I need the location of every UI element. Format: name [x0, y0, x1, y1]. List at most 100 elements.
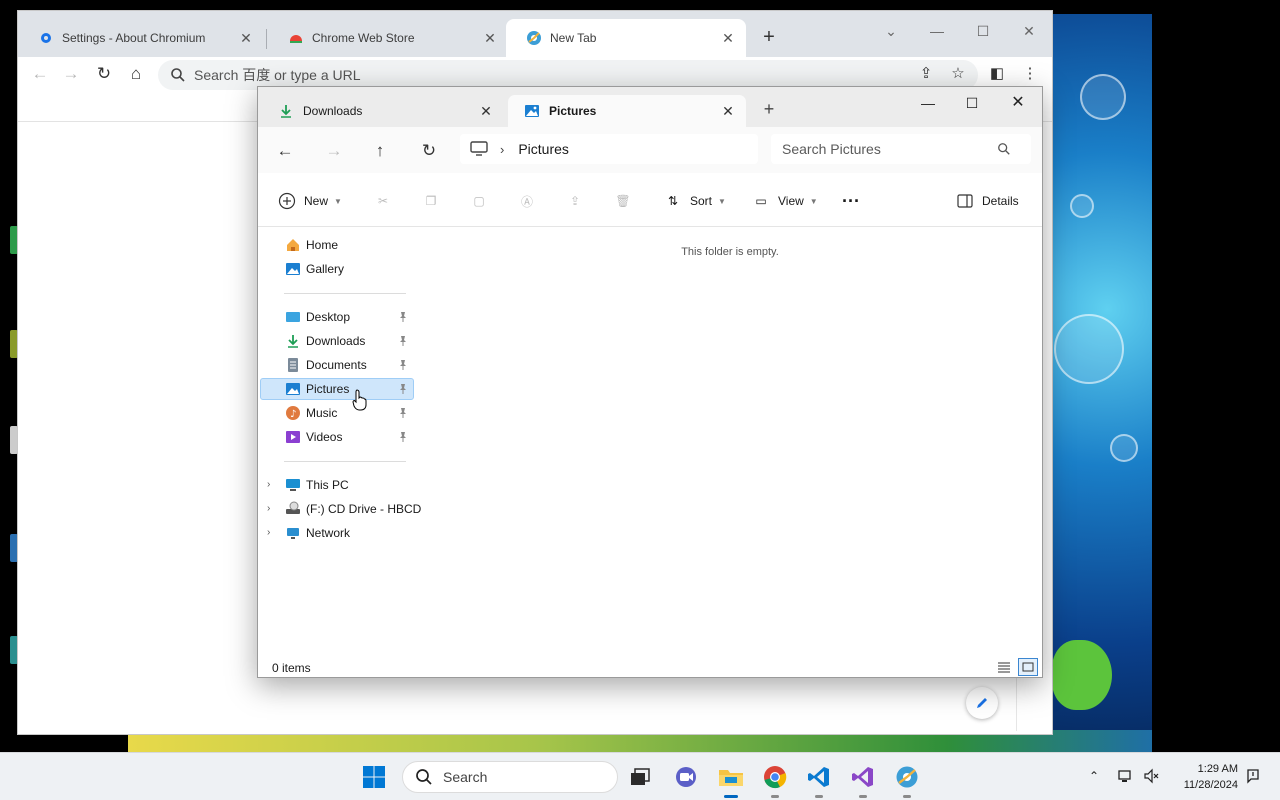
running-indicator [771, 795, 779, 798]
up-button[interactable]: ↑ [366, 137, 394, 165]
nav-separator [284, 293, 406, 294]
cut-button[interactable]: ✂ [374, 186, 400, 216]
minimize-button[interactable]: — [906, 89, 950, 117]
reload-button[interactable]: ↻ [91, 61, 117, 87]
taskbar-clock[interactable]: 1:29 AM 11/28/2024 [1172, 761, 1238, 793]
more-options-icon[interactable]: ··· [842, 186, 860, 216]
view-button[interactable]: ▭ View ▼ [752, 186, 817, 216]
gallery-icon [285, 261, 301, 277]
maximize-button[interactable]: ☐ [968, 17, 998, 45]
tab-search-icon[interactable]: ⌄ [876, 17, 906, 45]
details-button[interactable]: Details [956, 186, 1019, 216]
pin-icon [400, 336, 406, 346]
refresh-button[interactable]: ↻ [415, 137, 443, 165]
copy-button[interactable]: ❐ [422, 186, 448, 216]
nav-item-documents[interactable]: Documents [260, 354, 414, 376]
nav-item-music[interactable]: ♪ Music [260, 402, 414, 424]
notification-icon[interactable] [1244, 767, 1262, 785]
explorer-new-tab-button[interactable]: + [758, 99, 780, 121]
gear-icon [38, 30, 54, 46]
empty-folder-message: This folder is empty. [681, 246, 779, 258]
nav-item-downloads[interactable]: Downloads [260, 330, 414, 352]
search-box[interactable] [771, 134, 1031, 164]
browser-tab-web-store[interactable]: Chrome Web Store ✕ [268, 19, 508, 57]
explorer-tab-pictures[interactable]: Pictures ✕ [508, 95, 746, 127]
share-icon[interactable]: ⇪ [913, 61, 939, 87]
share-icon: ⇪ [569, 194, 581, 208]
running-indicator [724, 795, 738, 798]
file-explorer-taskbar-button[interactable] [717, 763, 745, 798]
share-button[interactable]: ⇪ [566, 186, 592, 216]
customize-page-button[interactable] [966, 687, 998, 719]
network-tray-icon[interactable] [1116, 767, 1134, 785]
browser-tab-new-tab[interactable]: New Tab ✕ [506, 19, 746, 57]
desktop-icon[interactable] [10, 426, 18, 454]
trash-icon: 🗑 [615, 194, 631, 208]
start-button[interactable] [362, 765, 386, 789]
breadcrumb-location[interactable]: Pictures [518, 141, 569, 157]
explorer-tab-downloads[interactable]: Downloads ✕ [262, 95, 504, 127]
nav-item-videos[interactable]: Videos [260, 426, 414, 448]
new-button[interactable]: New ▼ [278, 186, 342, 216]
forward-button[interactable]: → [58, 61, 84, 87]
teams-meet-button[interactable] [672, 763, 700, 791]
visual-studio-taskbar-button[interactable] [849, 763, 877, 798]
explorer-navbar: ← → ↑ ↻ › Pictures [258, 127, 1042, 173]
back-button[interactable]: ← [271, 137, 299, 165]
running-indicator [815, 795, 823, 798]
close-button[interactable]: ✕ [996, 89, 1040, 117]
nav-item-label: Documents [306, 358, 367, 372]
back-button[interactable]: ← [27, 61, 53, 87]
nav-item-desktop[interactable]: Desktop [260, 306, 414, 328]
chevron-right-icon[interactable]: › [267, 527, 270, 538]
close-icon[interactable]: ✕ [720, 30, 736, 47]
delete-button[interactable]: 🗑 [614, 186, 640, 216]
bookmark-star-icon[interactable]: ☆ [945, 61, 971, 87]
chevron-up-icon[interactable]: ⌃ [1085, 767, 1103, 785]
details-view-toggle[interactable] [994, 658, 1014, 676]
web-store-icon [288, 30, 304, 46]
menu-kebab-icon[interactable]: ⋮ [1017, 61, 1043, 87]
close-icon[interactable]: ✕ [238, 30, 254, 47]
vs-code-taskbar-button[interactable] [805, 763, 833, 798]
chevron-right-icon[interactable]: › [267, 503, 270, 514]
rename-button[interactable]: Ⓐ [518, 186, 544, 216]
maximize-button[interactable]: ☐ [950, 89, 994, 117]
nav-item-this-pc[interactable]: › This PC [260, 474, 414, 496]
side-panel-icon[interactable]: ◧ [984, 61, 1010, 87]
nav-item-cd-drive[interactable]: › (F:) CD Drive - HBCD [260, 498, 421, 520]
forward-button[interactable]: → [320, 137, 348, 165]
volume-muted-icon[interactable] [1142, 767, 1160, 785]
task-view-button[interactable] [626, 763, 654, 791]
desktop-icon[interactable] [10, 636, 18, 664]
content-pane[interactable]: This folder is empty. [418, 228, 1042, 658]
close-icon[interactable]: ✕ [720, 103, 736, 120]
paste-button[interactable]: ▢ [470, 186, 496, 216]
large-icons-view-toggle[interactable] [1018, 658, 1038, 676]
minimize-button[interactable]: — [922, 17, 952, 45]
search-input[interactable] [782, 141, 997, 157]
visual-studio-icon [852, 767, 873, 787]
nav-item-network[interactable]: › Network [260, 522, 414, 544]
browser-tab-settings[interactable]: Settings - About Chromium ✕ [18, 19, 264, 57]
nav-item-pictures[interactable]: Pictures [260, 378, 414, 400]
desktop-icon[interactable] [10, 226, 18, 254]
chromium-taskbar-button[interactable] [761, 763, 789, 798]
copy-icon: ❐ [425, 194, 437, 208]
taskbar-search[interactable]: Search [402, 761, 618, 793]
close-icon[interactable]: ✕ [482, 30, 498, 47]
home-button[interactable]: ⌂ [123, 61, 149, 87]
chevron-right-icon[interactable]: › [267, 479, 270, 490]
browser-taskbar-button[interactable] [893, 763, 921, 798]
nav-item-gallery[interactable]: Gallery [260, 258, 414, 280]
sort-button[interactable]: ⇅ Sort ▼ [664, 186, 726, 216]
chevron-right-icon[interactable]: › [500, 142, 504, 157]
close-icon[interactable]: ✕ [478, 103, 494, 120]
address-bar[interactable]: › Pictures [460, 134, 758, 164]
new-tab-button[interactable]: + [756, 25, 782, 51]
desktop-icon[interactable] [10, 534, 18, 562]
desktop-icon[interactable] [10, 330, 18, 358]
close-button[interactable]: ✕ [1014, 17, 1044, 45]
nav-item-home[interactable]: Home [260, 234, 414, 256]
tab-title: Chrome Web Store [312, 31, 415, 45]
